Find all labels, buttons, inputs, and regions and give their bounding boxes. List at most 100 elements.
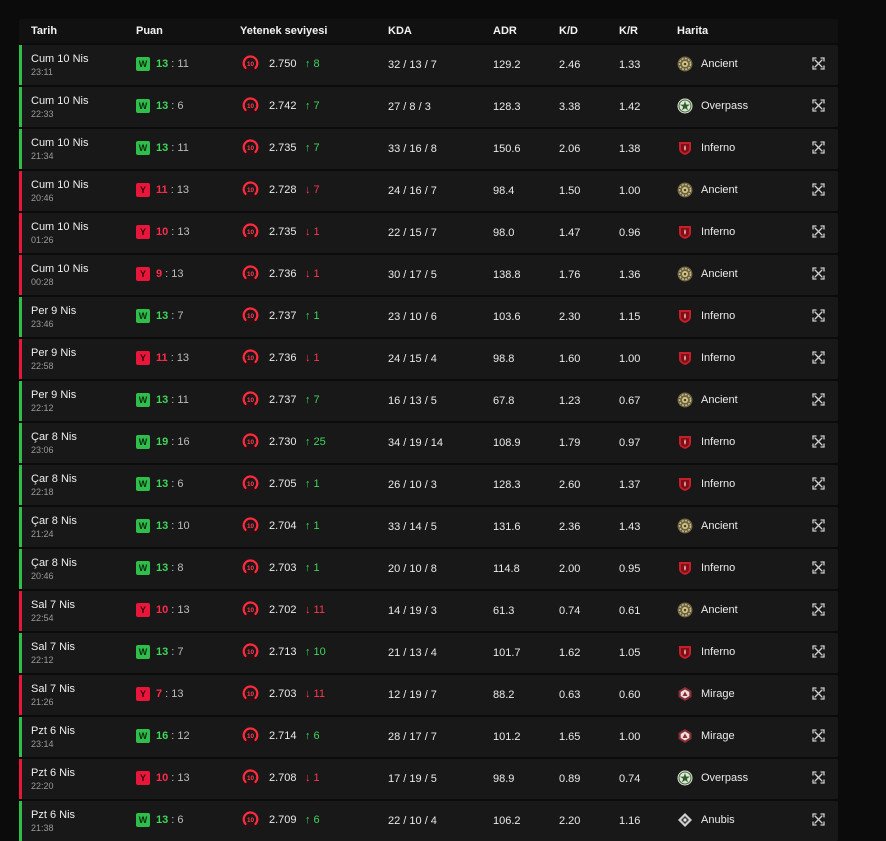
match-score: 13 : 11 bbox=[156, 58, 189, 70]
elo-value: 2.708 bbox=[269, 772, 297, 784]
match-row[interactable]: Per 9 Nis 23:46 W 13 : 7 10 2.737 ↑ 1 23 / 10 /… bbox=[19, 297, 838, 337]
result-badge: W bbox=[136, 813, 150, 827]
match-row[interactable]: Cum 10 Nis 23:11 W 13 : 11 10 2.750 ↑ 8 32 / 13… bbox=[19, 45, 838, 85]
opponent-score: 7 bbox=[177, 646, 184, 658]
kda-value: 24 / 16 / 7 bbox=[388, 185, 437, 197]
result-badge: Y bbox=[136, 225, 150, 239]
skill-level-10-icon: 10 bbox=[242, 811, 259, 828]
inferno-map-icon bbox=[677, 308, 693, 324]
column-header-date[interactable]: Tarih bbox=[31, 25, 57, 37]
match-date: Cum 10 Nis bbox=[31, 179, 89, 191]
elo-value: 2.704 bbox=[269, 520, 297, 532]
match-row[interactable]: Cum 10 Nis 00:28 Y 9 : 13 10 2.736 ↓ 1 30 / 17 … bbox=[19, 255, 838, 295]
kr-ratio: 1.42 bbox=[619, 101, 641, 113]
match-row[interactable]: Çar 8 Nis 22:18 W 13 : 6 10 2.705 ↑ 1 26 / 10 /… bbox=[19, 465, 838, 505]
adr-value: 114.8 bbox=[493, 563, 520, 575]
column-header-kd[interactable]: K/D bbox=[559, 25, 578, 37]
elo-value: 2.728 bbox=[269, 184, 297, 196]
column-header-map[interactable]: Harita bbox=[677, 25, 708, 37]
match-score: 13 : 7 bbox=[156, 310, 184, 322]
match-row[interactable]: Pzt 6 Nis 22:20 Y 10 : 13 10 2.708 ↓ 1 17 / 19 … bbox=[19, 759, 838, 799]
match-row[interactable]: Çar 8 Nis 21:24 W 13 : 10 10 2.704 ↑ 1 33 / 14 … bbox=[19, 507, 838, 547]
inferno-map-icon bbox=[677, 140, 693, 156]
expand-match-icon[interactable] bbox=[812, 813, 825, 826]
score-separator: : bbox=[167, 352, 177, 364]
kda-value: 14 / 19 / 3 bbox=[388, 605, 437, 617]
match-score: 13 : 8 bbox=[156, 562, 184, 574]
match-row[interactable]: Per 9 Nis 22:12 W 13 : 11 10 2.737 ↑ 7 16 / 13 … bbox=[19, 381, 838, 421]
result-stripe bbox=[19, 423, 22, 463]
expand-match-icon[interactable] bbox=[812, 183, 825, 196]
match-row[interactable]: Cum 10 Nis 22:33 W 13 : 6 10 2.742 ↑ 7 27 / 8 /… bbox=[19, 87, 838, 127]
column-header-skill-level[interactable]: Yetenek seviyesi bbox=[240, 25, 327, 37]
svg-text:10: 10 bbox=[247, 481, 255, 488]
elo-change: ↑ 6 bbox=[305, 730, 320, 742]
match-row[interactable]: Cum 10 Nis 21:34 W 13 : 11 10 2.735 ↑ 7 33 / 16… bbox=[19, 129, 838, 169]
skill-level-10-icon: 10 bbox=[242, 475, 259, 492]
expand-match-icon[interactable] bbox=[812, 729, 825, 742]
match-row[interactable]: Sal 7 Nis 21:26 Y 7 : 13 10 2.703 ↓ 11 12 / 19 … bbox=[19, 675, 838, 715]
kr-ratio: 1.00 bbox=[619, 731, 641, 743]
skill-level-10-icon: 10 bbox=[242, 685, 259, 702]
kda-value: 22 / 15 / 7 bbox=[388, 227, 437, 239]
map-name: Inferno bbox=[701, 562, 736, 574]
expand-match-icon[interactable] bbox=[812, 771, 825, 784]
result-stripe bbox=[19, 339, 22, 379]
kda-value: 26 / 10 / 3 bbox=[388, 479, 437, 491]
adr-value: 101.2 bbox=[493, 731, 521, 743]
expand-match-icon[interactable] bbox=[812, 435, 825, 448]
opponent-score: 7 bbox=[177, 310, 184, 322]
expand-match-icon[interactable] bbox=[812, 687, 825, 700]
column-header-kda[interactable]: KDA bbox=[388, 25, 412, 37]
kda-value: 17 / 19 / 5 bbox=[388, 773, 437, 785]
svg-text:10: 10 bbox=[247, 607, 255, 614]
match-time: 01:26 bbox=[31, 235, 54, 245]
expand-match-icon[interactable] bbox=[812, 267, 825, 280]
score-separator: : bbox=[167, 184, 177, 196]
result-badge: W bbox=[136, 393, 150, 407]
own-score: 13 bbox=[156, 478, 169, 490]
expand-match-icon[interactable] bbox=[812, 519, 825, 532]
match-row[interactable]: Çar 8 Nis 23:06 W 19 : 16 10 2.730 ↑ 25 34 / 19… bbox=[19, 423, 838, 463]
expand-match-icon[interactable] bbox=[812, 309, 825, 322]
column-header-kr[interactable]: K/R bbox=[619, 25, 638, 37]
elo-change: ↓ 11 bbox=[305, 688, 325, 700]
expand-match-icon[interactable] bbox=[812, 99, 825, 112]
expand-match-icon[interactable] bbox=[812, 225, 825, 238]
elo-value: 2.735 bbox=[269, 142, 297, 154]
column-header-adr[interactable]: ADR bbox=[493, 25, 517, 37]
expand-match-icon[interactable] bbox=[812, 141, 825, 154]
expand-match-icon[interactable] bbox=[812, 57, 825, 70]
match-row[interactable]: Sal 7 Nis 22:54 Y 10 : 13 10 2.702 ↓ 11 14 / 19… bbox=[19, 591, 838, 631]
match-row[interactable]: Çar 8 Nis 20:46 W 13 : 8 10 2.703 ↑ 1 20 / 10 /… bbox=[19, 549, 838, 589]
match-row[interactable]: Per 9 Nis 22:58 Y 11 : 13 10 2.736 ↓ 1 24 / 15 … bbox=[19, 339, 838, 379]
own-score: 13 bbox=[156, 646, 169, 658]
match-date: Cum 10 Nis bbox=[31, 263, 89, 275]
kd-ratio: 2.46 bbox=[559, 59, 581, 71]
own-score: 13 bbox=[156, 100, 169, 112]
kr-ratio: 1.00 bbox=[619, 185, 641, 197]
expand-match-icon[interactable] bbox=[812, 645, 825, 658]
expand-match-icon[interactable] bbox=[812, 603, 825, 616]
match-row[interactable]: Cum 10 Nis 01:26 Y 10 : 13 10 2.735 ↓ 1 22 / 15… bbox=[19, 213, 838, 253]
adr-value: 98.0 bbox=[493, 227, 515, 239]
elo-change: ↑ 7 bbox=[305, 394, 320, 406]
skill-level-10-icon: 10 bbox=[242, 433, 259, 450]
expand-match-icon[interactable] bbox=[812, 477, 825, 490]
expand-match-icon[interactable] bbox=[812, 351, 825, 364]
expand-match-icon[interactable] bbox=[812, 393, 825, 406]
match-row[interactable]: Cum 10 Nis 20:46 Y 11 : 13 10 2.728 ↓ 7 24 / 16… bbox=[19, 171, 838, 211]
match-date: Çar 8 Nis bbox=[31, 515, 77, 527]
match-date: Çar 8 Nis bbox=[31, 431, 77, 443]
elo-change: ↑ 6 bbox=[305, 814, 320, 826]
expand-match-icon[interactable] bbox=[812, 561, 825, 574]
column-header-score[interactable]: Puan bbox=[136, 25, 163, 37]
kr-ratio: 0.67 bbox=[619, 395, 641, 407]
adr-value: 128.3 bbox=[493, 479, 521, 491]
match-row[interactable]: Pzt 6 Nis 21:38 W 13 : 6 10 2.709 ↑ 6 22 / 10 /… bbox=[19, 801, 838, 841]
kd-ratio: 1.60 bbox=[559, 353, 581, 365]
match-row[interactable]: Sal 7 Nis 22:12 W 13 : 7 10 2.713 ↑ 10 21 / 13 … bbox=[19, 633, 838, 673]
adr-value: 103.6 bbox=[493, 311, 521, 323]
match-row[interactable]: Pzt 6 Nis 23:14 W 16 : 12 10 2.714 ↑ 6 28 / 17 … bbox=[19, 717, 838, 757]
kda-value: 28 / 17 / 7 bbox=[388, 731, 437, 743]
